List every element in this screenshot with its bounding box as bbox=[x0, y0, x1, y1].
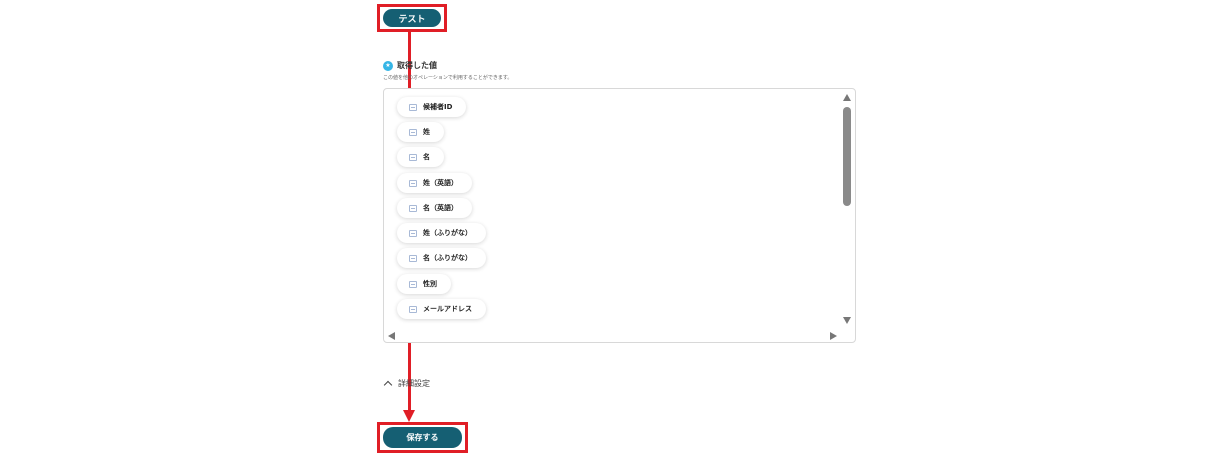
value-item-last-name-english[interactable]: 姓（英語） bbox=[397, 173, 472, 193]
value-item-label: 姓（ふりがな） bbox=[423, 229, 472, 237]
value-item-label: 性別 bbox=[423, 280, 437, 288]
value-item-label: 名（英語） bbox=[423, 204, 458, 212]
value-tag-icon bbox=[409, 229, 417, 237]
value-item-label: 名（ふりがな） bbox=[423, 254, 472, 262]
value-item-first-name-english[interactable]: 名（英語） bbox=[397, 198, 472, 218]
value-item-candidate-id[interactable]: 候補者ID bbox=[397, 97, 467, 117]
value-tag-icon bbox=[409, 128, 417, 136]
value-item-first-name-furigana[interactable]: 名（ふりがな） bbox=[397, 248, 486, 268]
advanced-settings-label: 詳細設定 bbox=[398, 379, 430, 388]
scroll-up-arrow-icon[interactable] bbox=[843, 94, 851, 101]
retrieved-values-title: ★ 取得した値 bbox=[383, 60, 437, 71]
value-item-first-name[interactable]: 名 bbox=[397, 147, 444, 167]
value-tag-icon bbox=[409, 254, 417, 262]
value-tag-icon bbox=[409, 153, 417, 161]
scroll-right-arrow-icon[interactable] bbox=[830, 332, 837, 340]
vertical-scroll-thumb[interactable] bbox=[843, 107, 851, 206]
retrieved-values-description: この値を他のオペレーションで利用することができます。 bbox=[383, 75, 513, 81]
value-item-email[interactable]: メールアドレス bbox=[397, 299, 486, 319]
value-tag-icon bbox=[409, 305, 417, 313]
annotation-arrow-head bbox=[403, 410, 415, 422]
save-button[interactable]: 保存する bbox=[383, 427, 462, 448]
value-tag-icon bbox=[409, 179, 417, 187]
value-item-label: 姓 bbox=[423, 128, 430, 136]
vertical-scrollbar[interactable] bbox=[842, 93, 853, 327]
value-item-label: 候補者ID bbox=[423, 103, 453, 111]
value-item-gender[interactable]: 性別 bbox=[397, 274, 451, 294]
advanced-settings-toggle[interactable]: 詳細設定 bbox=[383, 378, 430, 390]
value-item-label: 姓（英語） bbox=[423, 179, 458, 187]
value-item-last-name[interactable]: 姓 bbox=[397, 122, 444, 142]
value-tag-icon bbox=[409, 103, 417, 111]
scroll-left-arrow-icon[interactable] bbox=[388, 332, 395, 340]
value-item-label: 名 bbox=[423, 153, 430, 161]
scroll-down-arrow-icon[interactable] bbox=[843, 317, 851, 324]
retrieved-values-title-text: 取得した値 bbox=[397, 61, 437, 70]
test-button[interactable]: テスト bbox=[383, 9, 441, 27]
value-item-label: メールアドレス bbox=[423, 305, 472, 313]
value-tag-icon bbox=[409, 280, 417, 288]
value-tag-icon bbox=[409, 204, 417, 212]
chevron-up-icon bbox=[383, 380, 393, 390]
value-item-last-name-furigana[interactable]: 姓（ふりがな） bbox=[397, 223, 486, 243]
star-badge-icon: ★ bbox=[383, 60, 393, 71]
retrieved-values-panel: 候補者ID 姓 名 姓（英語） 名（英語） 姓（ふりがな） 名（ふりがな） 性別… bbox=[383, 88, 856, 343]
